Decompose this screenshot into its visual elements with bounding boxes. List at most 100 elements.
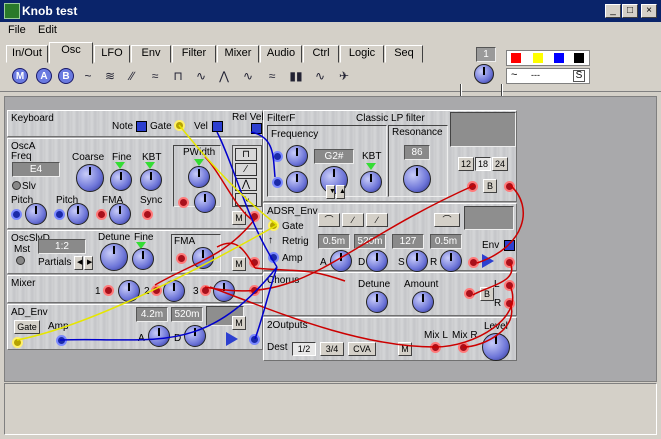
mute-button[interactable]: M bbox=[232, 316, 246, 330]
in1-knob[interactable] bbox=[118, 280, 140, 302]
note-out-jack[interactable] bbox=[136, 121, 147, 132]
vel-out-jack[interactable] bbox=[212, 121, 223, 132]
fine-knob[interactable] bbox=[132, 248, 154, 270]
slope-12-button[interactable]: 12 bbox=[458, 157, 474, 171]
slv-jack[interactable] bbox=[12, 181, 21, 190]
minimize-button[interactable]: _ bbox=[605, 4, 621, 18]
kbt-knob[interactable] bbox=[140, 169, 162, 191]
outputs-module[interactable]: 2Outputs Dest 1/2 3/4 CVA M Mix L Mix R … bbox=[263, 317, 517, 361]
sync-jack[interactable] bbox=[142, 209, 153, 220]
osca-out-jack[interactable] bbox=[249, 211, 260, 222]
filter-out-jack[interactable] bbox=[504, 181, 515, 192]
swatch-yellow[interactable] bbox=[533, 53, 543, 63]
pulse-osc-icon[interactable]: ⊓ bbox=[170, 68, 186, 84]
multi-osc-icon[interactable]: ≈ bbox=[147, 68, 163, 84]
adsr-module[interactable]: ADSR_Env Gate ↑ Retrig Amp ⌒ ∕ ∕ ⌒ 0.5m … bbox=[263, 203, 517, 272]
mixr-jack[interactable] bbox=[458, 342, 469, 353]
pitch1-knob[interactable] bbox=[25, 203, 47, 225]
dest-cva-button[interactable]: CVA bbox=[348, 342, 376, 356]
attack-knob[interactable] bbox=[148, 325, 170, 347]
decay-shape-button[interactable]: ∕ bbox=[342, 213, 364, 227]
tab-ctrl[interactable]: Ctrl bbox=[303, 45, 339, 63]
poly-knob[interactable] bbox=[474, 64, 494, 84]
tab-inout[interactable]: In/Out bbox=[6, 45, 48, 63]
freq-mod-knob1[interactable] bbox=[286, 145, 308, 167]
amount-knob[interactable] bbox=[412, 291, 434, 313]
module-b-icon[interactable]: B bbox=[58, 68, 74, 84]
pwidth-mod-knob[interactable] bbox=[194, 191, 216, 213]
mst-jack[interactable] bbox=[16, 256, 25, 265]
saw-osc-icon[interactable]: ∕∕ bbox=[124, 68, 140, 84]
sine-wave-icon[interactable]: ∿ bbox=[235, 193, 257, 206]
tab-audio[interactable]: Audio bbox=[260, 45, 302, 63]
dest-34-button[interactable]: 3/4 bbox=[320, 342, 344, 356]
module-m-icon[interactable]: M bbox=[12, 68, 28, 84]
tab-filter[interactable]: Filter bbox=[172, 45, 216, 63]
adsr-in-jack[interactable] bbox=[468, 257, 479, 268]
in3-knob[interactable] bbox=[213, 280, 235, 302]
chorus-module[interactable]: Chorus Detune Amount B L R bbox=[263, 272, 517, 316]
tab-env[interactable]: Env bbox=[131, 45, 171, 63]
coarse-knob[interactable] bbox=[76, 164, 104, 192]
close-button[interactable]: × bbox=[641, 4, 657, 18]
in2-knob[interactable] bbox=[163, 280, 185, 302]
mixl-jack[interactable] bbox=[430, 342, 441, 353]
mixer-out-jack[interactable] bbox=[249, 285, 260, 296]
in1-jack[interactable] bbox=[103, 285, 114, 296]
pitch2-jack[interactable] bbox=[54, 209, 65, 220]
release-shape-button[interactable]: ∕ bbox=[366, 213, 388, 227]
chorus-in-jack[interactable] bbox=[464, 288, 475, 299]
s-toggle[interactable]: S bbox=[573, 70, 585, 82]
freq-mod-knob2[interactable] bbox=[286, 171, 308, 193]
module-a-icon[interactable]: A bbox=[36, 68, 52, 84]
slope-24-button[interactable]: 24 bbox=[492, 157, 508, 171]
freq-down-button[interactable]: ▼ bbox=[326, 185, 336, 199]
mute-button[interactable]: M bbox=[232, 211, 246, 225]
in2-jack[interactable] bbox=[151, 285, 162, 296]
menu-edit[interactable]: Edit bbox=[38, 24, 57, 36]
pwidth-mod-jack[interactable] bbox=[178, 197, 189, 208]
adenv-out-jack[interactable] bbox=[249, 334, 260, 345]
partials-up-button[interactable]: ▶ bbox=[84, 256, 93, 270]
filter-in-jack[interactable] bbox=[467, 181, 478, 192]
fma-jack[interactable] bbox=[96, 209, 107, 220]
bypass-button[interactable]: B bbox=[480, 287, 494, 301]
partials-down-button[interactable]: ◀ bbox=[74, 256, 83, 270]
fine-knob[interactable] bbox=[110, 169, 132, 191]
tab-seq[interactable]: Seq bbox=[385, 45, 423, 63]
patch-canvas[interactable]: Keyboard Note Gate Vel Rel Vel OscA Freq… bbox=[4, 96, 657, 382]
tab-logic[interactable]: Logic bbox=[340, 45, 384, 63]
pitch2-knob[interactable] bbox=[67, 203, 89, 225]
tri-osc-icon[interactable]: ⋀ bbox=[216, 68, 232, 84]
release-knob[interactable] bbox=[440, 250, 462, 272]
sine-osc2-icon[interactable]: ∿ bbox=[240, 68, 256, 84]
menu-file[interactable]: File bbox=[8, 24, 26, 36]
chorus-out-l-jack[interactable] bbox=[504, 280, 515, 291]
gate-in-jack[interactable] bbox=[12, 337, 23, 348]
oscslvd-out-jack[interactable] bbox=[249, 257, 260, 268]
wave-osc-icon[interactable]: ∿ bbox=[193, 68, 209, 84]
oscslvd-module[interactable]: OscSlvD Mst 1:2 Partials ◀ ▶ Detune Fine… bbox=[7, 230, 263, 274]
adenv-module[interactable]: AD_Env Gate Amp 4.2m 520m A D M bbox=[7, 304, 263, 350]
drum-osc-icon[interactable]: ✈ bbox=[336, 68, 352, 84]
in3-jack[interactable] bbox=[200, 285, 211, 296]
fma-knob[interactable] bbox=[109, 203, 131, 225]
freq-up-button[interactable]: ▲ bbox=[336, 185, 346, 199]
slope-18-button[interactable]: 18 bbox=[475, 157, 491, 171]
waveform-selector[interactable]: ⊓ ∕ ⋀ ∿ bbox=[232, 145, 262, 207]
tab-lfo[interactable]: LFO bbox=[94, 45, 130, 63]
sine-osc-icon[interactable]: ~ bbox=[80, 68, 96, 84]
pwidth-knob[interactable] bbox=[188, 166, 210, 188]
maximize-button[interactable]: □ bbox=[622, 4, 638, 18]
resonance-knob[interactable] bbox=[403, 165, 431, 193]
saw-wave-icon[interactable]: ∕ bbox=[235, 163, 257, 176]
fma-jack[interactable] bbox=[176, 253, 187, 264]
env-out-jack[interactable] bbox=[504, 240, 515, 251]
keyboard-module[interactable]: Keyboard Note Gate Vel Rel Vel bbox=[7, 110, 264, 137]
dest-12-button[interactable]: 1/2 bbox=[292, 342, 316, 356]
relvel-out-jack[interactable] bbox=[251, 123, 262, 134]
detune-knob[interactable] bbox=[366, 291, 388, 313]
sine-osc3-icon[interactable]: ∿ bbox=[312, 68, 328, 84]
sustain-knob[interactable] bbox=[406, 250, 428, 272]
partials-osc-icon[interactable]: ≋ bbox=[102, 68, 118, 84]
